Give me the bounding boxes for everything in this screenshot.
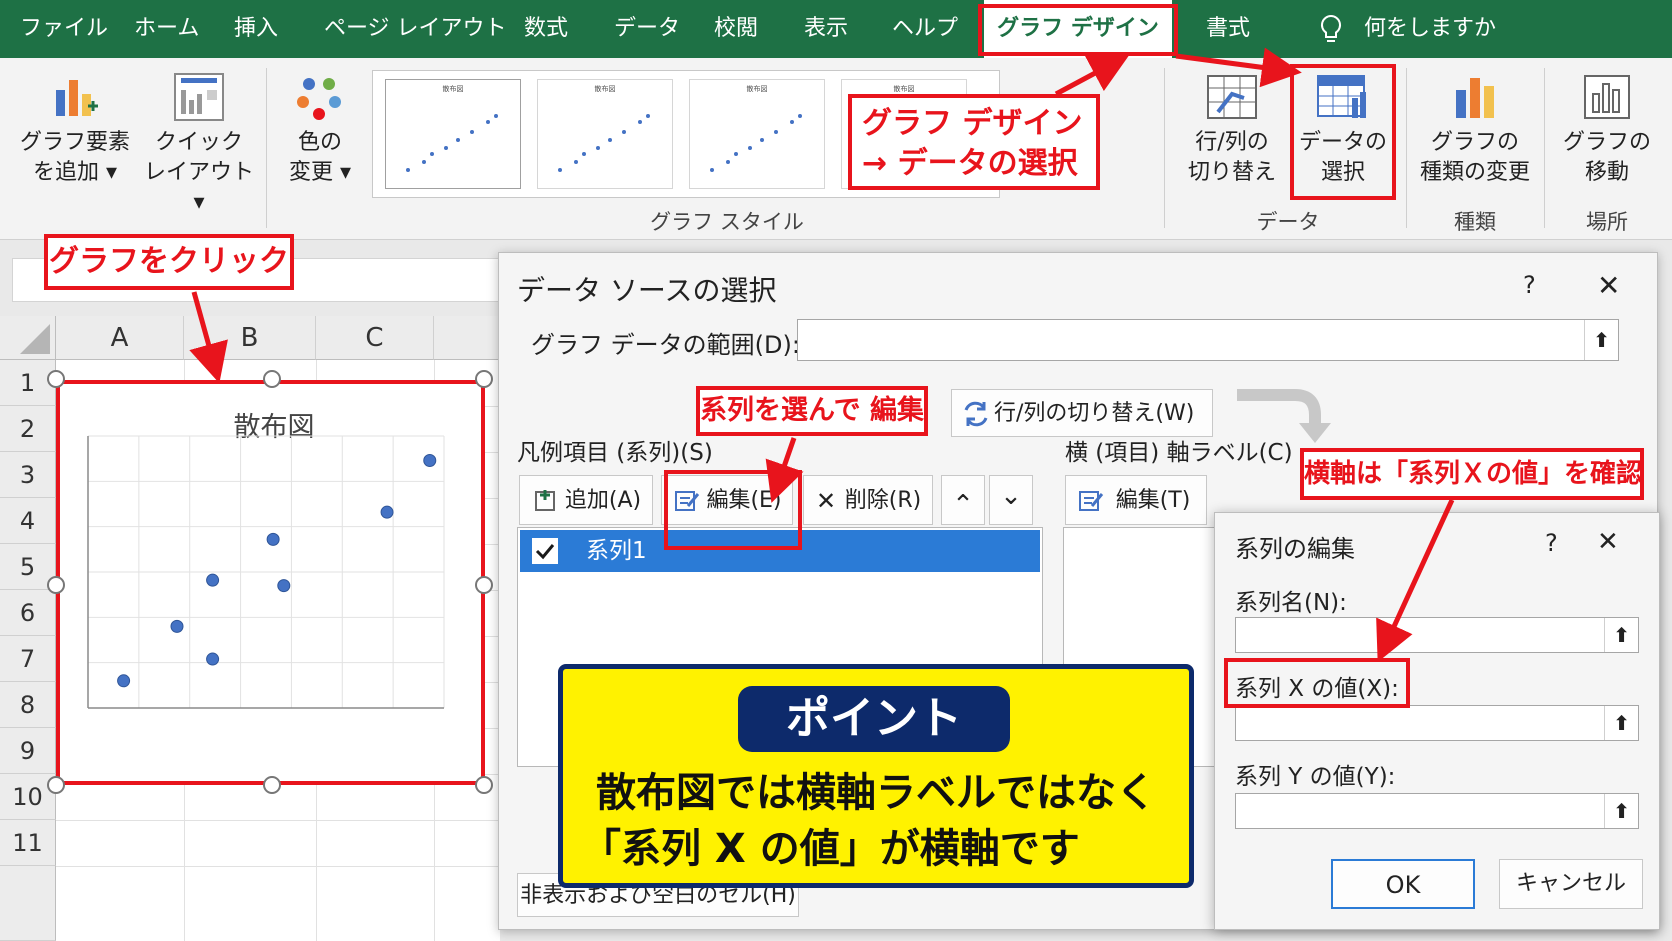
arrow-to-chart [189,291,228,384]
point-line-1: 散布図では横軸ラベルではなく [596,770,1156,816]
arrow-to-edit-button [765,437,804,503]
arrow-to-select-data [1175,47,1302,88]
point-badge: ポイント [738,686,1010,752]
arrow-to-x-values [1376,498,1455,663]
arrow-to-design-tab [1054,54,1130,97]
point-note-text: 散布図では横軸ラベルではなく 「系列 X の値」が横軸です [563,765,1189,877]
point-line-2: 「系列 X の値」が横軸です [581,826,1080,872]
